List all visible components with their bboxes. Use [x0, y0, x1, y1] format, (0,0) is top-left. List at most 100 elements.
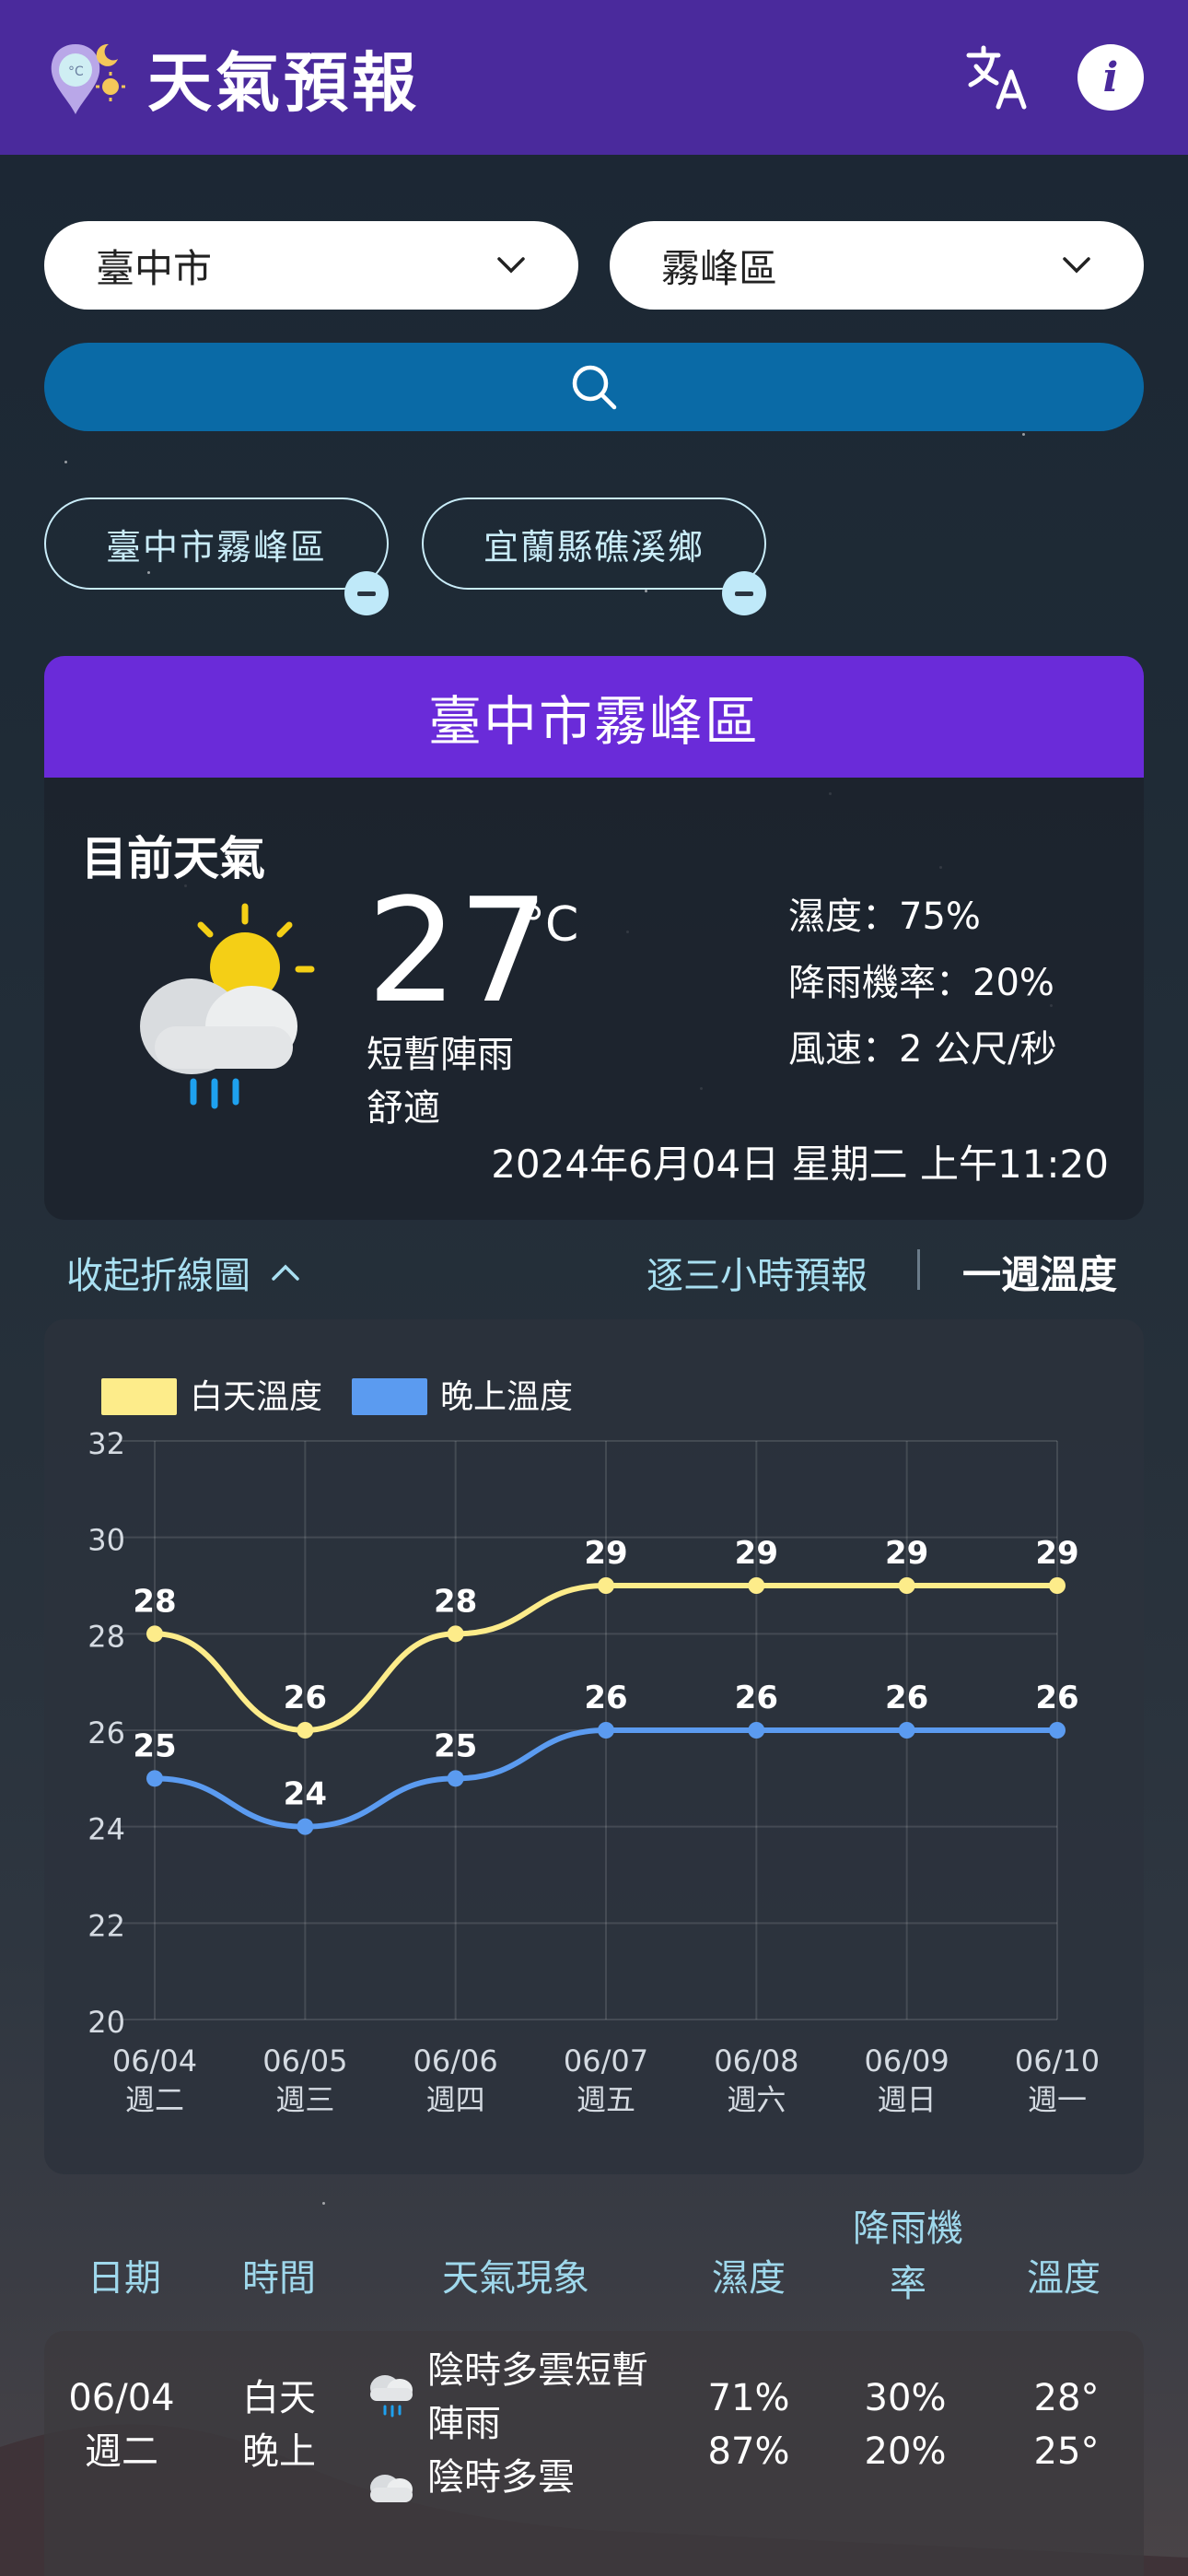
x-tick-sublabel: 週五 — [577, 2082, 635, 2117]
data-label: 26 — [584, 1680, 627, 1716]
data-point — [297, 1722, 314, 1739]
comfort-index: 舒適 — [367, 1087, 440, 1130]
search-icon — [572, 365, 617, 410]
collapse-chart-button[interactable]: 收起折線圖 — [66, 1246, 300, 1299]
data-point — [748, 1577, 765, 1594]
x-tick-sublabel: 週一 — [1028, 2082, 1087, 2117]
row-day-temp: 28° — [1033, 2377, 1100, 2419]
wind-speed-stat: 風速：2 公尺/秒 — [788, 1028, 1057, 1071]
data-point — [598, 1577, 614, 1594]
data-point — [146, 1625, 163, 1643]
translate-icon — [966, 45, 1027, 110]
collapse-chart-label: 收起折線圖 — [66, 1255, 250, 1297]
data-point — [898, 1577, 915, 1594]
temperature-unit: °C — [521, 897, 579, 953]
favorite-chip[interactable]: 宜蘭縣礁溪鄉 — [422, 498, 766, 615]
tab-weekly-temperature[interactable]: 一週溫度 — [962, 1244, 1117, 1300]
y-tick-label: 26 — [87, 1715, 125, 1751]
row-date: 06/04 — [68, 2377, 175, 2419]
legend-label: 晚上溫度 — [440, 1378, 573, 1416]
row-day-weather-line1: 陰時多雲短暫 — [427, 2349, 648, 2392]
remove-favorite-button[interactable] — [722, 571, 766, 615]
data-label: 26 — [1035, 1680, 1078, 1716]
x-tick-label: 06/04 — [112, 2043, 197, 2078]
column-header-weather: 天氣現象 — [442, 2257, 589, 2300]
app-header: °C 天氣預報 i — [0, 0, 1188, 155]
legend-label: 白天溫度 — [190, 1378, 322, 1416]
cloudy-icon — [370, 2475, 413, 2502]
district-select-value: 霧峰區 — [661, 245, 778, 291]
humidity-stat: 濕度：75% — [788, 896, 981, 938]
x-tick-label: 06/08 — [714, 2043, 798, 2078]
x-tick-label: 06/05 — [262, 2043, 347, 2078]
svg-text:°C: °C — [68, 64, 84, 79]
y-tick-label: 32 — [87, 1426, 125, 1461]
data-point — [146, 1770, 163, 1787]
temperature-chart-card: 20 22 24 26 28 30 32 06/04 週二 06/05 週三 06/06 週四 06/07… — [44, 1319, 1144, 2174]
remove-favorite-button[interactable] — [344, 571, 389, 615]
data-point — [898, 1722, 915, 1739]
city-select[interactable]: 臺中市 — [44, 221, 578, 310]
chevron-down-icon — [497, 257, 525, 274]
translate-button[interactable] — [963, 42, 1033, 112]
row-weekday: 週二 — [85, 2430, 158, 2473]
data-point — [748, 1722, 765, 1739]
data-point — [447, 1770, 464, 1787]
x-tick-sublabel: 週六 — [727, 2082, 786, 2117]
column-header-temperature: 溫度 — [1027, 2257, 1101, 2300]
favorite-chip-label: 宜蘭縣礁溪鄉 — [483, 526, 705, 568]
x-tick-sublabel: 週日 — [878, 2082, 937, 2117]
data-label: 28 — [434, 1583, 477, 1620]
legend-swatch — [352, 1378, 427, 1415]
chevron-up-icon — [272, 1264, 299, 1281]
x-tick-sublabel: 週四 — [426, 2082, 485, 2117]
forecast-table-row[interactable]: 06/04 週二 白天 晚上 陰時多雲短暫 陣雨 陰時多雲 71% 87% 30… — [44, 2331, 1144, 2576]
city-select-value: 臺中市 — [96, 245, 213, 291]
data-point — [447, 1625, 464, 1643]
data-label: 28 — [133, 1583, 176, 1620]
x-tick-sublabel: 週三 — [275, 2082, 334, 2117]
info-button[interactable]: i — [1077, 44, 1144, 111]
chevron-down-icon — [1063, 257, 1090, 274]
data-point — [297, 1818, 314, 1835]
column-header-date: 日期 — [87, 2257, 161, 2300]
x-tick-sublabel: 週二 — [125, 2082, 184, 2117]
favorite-chip[interactable]: 臺中市霧峰區 — [44, 498, 389, 615]
x-tick-label: 06/09 — [865, 2043, 949, 2078]
current-weather-label: 目前天氣 — [81, 832, 265, 885]
tab-divider — [917, 1249, 920, 1290]
search-button[interactable] — [44, 343, 1144, 431]
column-header-rain-line2: 率 — [890, 2263, 926, 2305]
y-tick-label: 28 — [87, 1619, 125, 1654]
data-label: 26 — [284, 1680, 327, 1716]
row-night-label: 晚上 — [242, 2430, 316, 2473]
row-day-label: 白天 — [242, 2377, 316, 2419]
data-label: 24 — [284, 1776, 327, 1813]
current-weather-card: 臺中市霧峰區 目前天氣 27 °C 短暫陣雨 舒適 濕度：75% 降雨機率：20 — [44, 656, 1144, 1220]
y-tick-label: 22 — [87, 1908, 125, 1943]
x-tick-label: 06/10 — [1015, 2043, 1100, 2078]
data-label: 29 — [885, 1535, 928, 1572]
data-label: 25 — [434, 1727, 477, 1764]
current-datetime: 2024年6月04日 星期二 上午11:20 — [491, 1142, 1109, 1187]
row-day-humidity: 71% — [707, 2377, 790, 2419]
data-point — [1049, 1577, 1066, 1594]
column-header-rain-line1: 降雨機 — [853, 2207, 963, 2250]
data-label: 26 — [885, 1680, 928, 1716]
app-logo-icon: °C — [44, 35, 129, 120]
app-title: 天氣預報 — [147, 44, 420, 121]
tab-three-hour-forecast[interactable]: 逐三小時預報 — [646, 1246, 868, 1299]
data-label: 29 — [1035, 1535, 1078, 1572]
row-night-temp: 25° — [1033, 2430, 1100, 2473]
x-tick-label: 06/06 — [413, 2043, 498, 2078]
temperature-line-chart: 2022242628303206/04週二06/05週三06/06週四06/07… — [87, 1378, 1100, 2117]
y-tick-label: 30 — [87, 1523, 125, 1558]
x-tick-label: 06/07 — [564, 2043, 648, 2078]
data-point — [598, 1722, 614, 1739]
row-day-rain: 30% — [864, 2377, 947, 2419]
weather-description: 短暫陣雨 — [367, 1034, 514, 1076]
showers-cloud-sun-icon — [140, 903, 315, 1109]
district-select[interactable]: 霧峰區 — [610, 221, 1144, 310]
data-label: 29 — [735, 1535, 778, 1572]
row-day-weather-line2: 陣雨 — [427, 2403, 501, 2445]
